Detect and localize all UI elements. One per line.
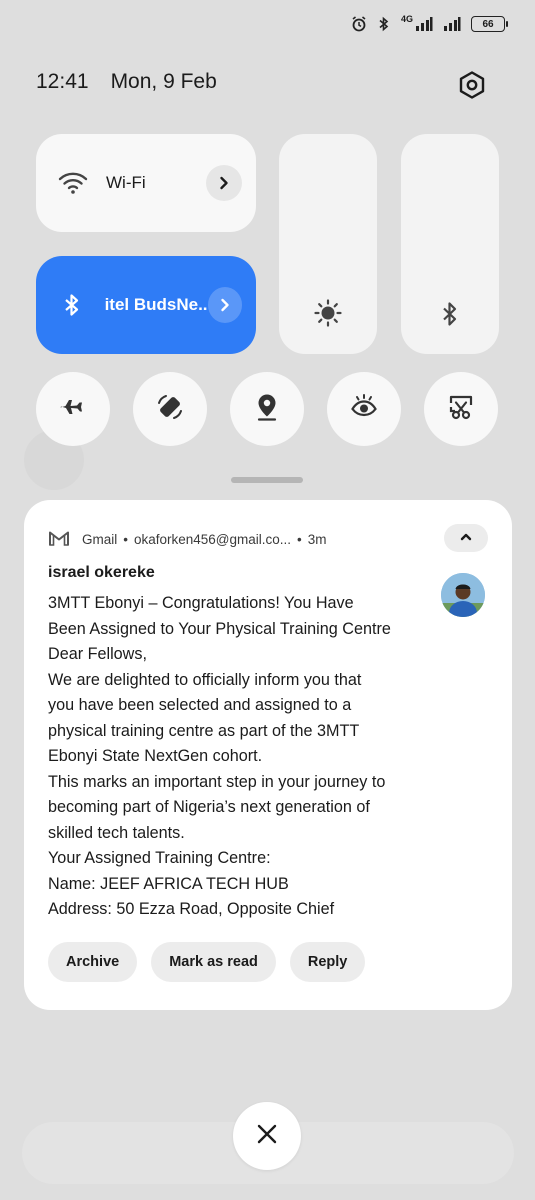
body-line: physical training centre as part of the … bbox=[48, 721, 360, 740]
wifi-expand-button[interactable] bbox=[206, 165, 242, 201]
bluetooth-device-label: itel BudsNe.. bbox=[104, 295, 208, 314]
signal-icon bbox=[415, 16, 433, 32]
eye-comfort-toggle[interactable] bbox=[327, 372, 401, 446]
body-line: Been Assigned to Your Physical Training … bbox=[48, 619, 391, 638]
separator-dot: • bbox=[297, 531, 302, 547]
body-line: skilled tech talents. bbox=[48, 823, 185, 842]
gmail-notification-card[interactable]: Gmail • okaforken456@gmail.co... • 3m is… bbox=[24, 500, 512, 1010]
auto-rotate-toggle[interactable] bbox=[133, 372, 207, 446]
date-label[interactable]: Mon, 9 Feb bbox=[111, 70, 217, 94]
volume-slider[interactable] bbox=[401, 134, 499, 354]
screenshot-icon bbox=[446, 392, 476, 427]
app-name: Gmail bbox=[82, 531, 118, 547]
mark-as-read-button[interactable]: Mark as read bbox=[151, 942, 276, 982]
wifi-icon bbox=[56, 171, 90, 195]
settings-icon[interactable] bbox=[453, 66, 491, 104]
body-line: Ebonyi State NextGen cohort. bbox=[48, 747, 263, 765]
gmail-icon bbox=[48, 530, 70, 549]
signal-icon-2 bbox=[443, 16, 461, 32]
body-line: 3MTT Ebonyi – Congratulations! You Have bbox=[48, 594, 354, 612]
bluetooth-expand-button[interactable] bbox=[207, 287, 242, 323]
sender-name: israel okereke bbox=[48, 564, 155, 581]
notification-body: 3MTT Ebonyi – Congratulations! You Have … bbox=[48, 591, 428, 923]
auto-rotate-icon bbox=[155, 392, 185, 427]
bluetooth-tile[interactable]: itel BudsNe.. bbox=[36, 256, 256, 354]
body-line: This marks an important step in your jou… bbox=[48, 772, 386, 791]
body-line: Dear Fellows, bbox=[48, 645, 147, 663]
separator-dot: • bbox=[123, 531, 128, 547]
location-icon bbox=[254, 392, 280, 427]
notification-age: 3m bbox=[307, 531, 327, 547]
wifi-label: Wi-Fi bbox=[106, 173, 146, 192]
body-line: We are delighted to officially inform yo… bbox=[48, 670, 362, 689]
alarm-icon bbox=[351, 16, 367, 32]
notification-actions: Archive Mark as read Reply bbox=[48, 942, 366, 982]
account-email: okaforken456@gmail.co... bbox=[134, 531, 292, 547]
clear-all-button[interactable] bbox=[233, 1102, 301, 1170]
location-toggle[interactable] bbox=[230, 372, 304, 446]
clock-time[interactable]: 12:41 bbox=[36, 70, 89, 94]
archive-button[interactable]: Archive bbox=[48, 942, 138, 982]
bluetooth-icon bbox=[56, 293, 89, 317]
body-line: Address: 50 Ezza Road, Opposite Chief bbox=[48, 900, 335, 918]
body-line: Name: JEEF AFRICA TECH HUB bbox=[48, 874, 289, 893]
avatar bbox=[441, 573, 485, 617]
battery-icon: 66 bbox=[471, 16, 508, 32]
airplane-mode-toggle[interactable] bbox=[36, 372, 110, 446]
bluetooth-audio-icon bbox=[401, 300, 499, 328]
reply-button[interactable]: Reply bbox=[289, 942, 366, 982]
eye-comfort-icon bbox=[349, 392, 379, 427]
chevron-up-icon bbox=[459, 529, 473, 547]
body-line: becoming part of Nigeria’s next generati… bbox=[48, 798, 370, 816]
status-bar: 4G 66 bbox=[351, 12, 508, 36]
collapse-button[interactable] bbox=[444, 524, 488, 552]
time-date-row: 12:41 Mon, 9 Feb bbox=[36, 70, 217, 94]
brightness-slider[interactable] bbox=[279, 134, 377, 354]
screenshot-toggle[interactable] bbox=[424, 372, 498, 446]
notification-header: Gmail • okaforken456@gmail.co... • 3m bbox=[48, 528, 488, 550]
close-icon bbox=[255, 1122, 279, 1151]
airplane-icon bbox=[58, 392, 88, 427]
drag-handle[interactable] bbox=[231, 477, 303, 483]
sun-icon bbox=[279, 298, 377, 328]
body-line: Your Assigned Training Centre: bbox=[48, 849, 271, 867]
network-type-label: 4G bbox=[400, 14, 413, 24]
body-line: you have been selected and assigned to a bbox=[48, 696, 352, 714]
bluetooth-status-icon bbox=[377, 16, 391, 32]
wifi-tile[interactable]: Wi-Fi bbox=[36, 134, 256, 232]
